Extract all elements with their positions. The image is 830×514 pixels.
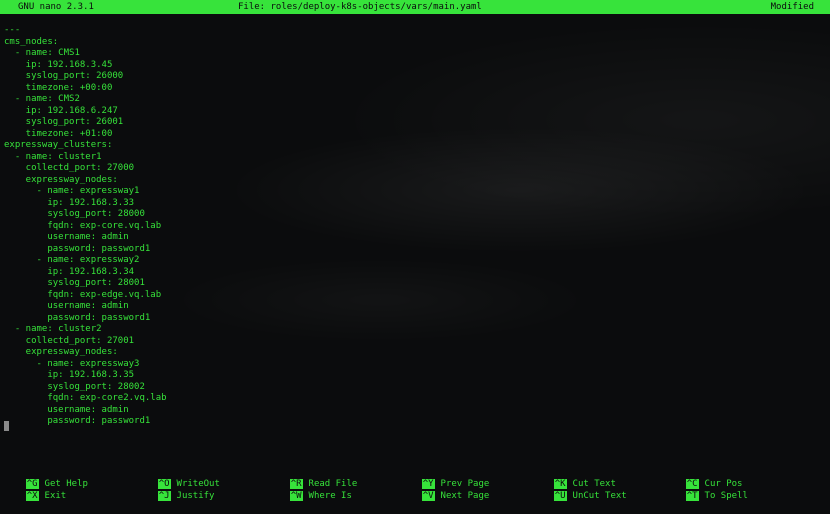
shortcut-bar: ^G Get Help ^O WriteOut ^R Read File ^Y Prev…: [0, 466, 830, 501]
file-path: File: roles/deploy-k8s-objects/vars/main…: [238, 2, 482, 12]
shortcut-justify[interactable]: ^J Justify: [136, 478, 214, 501]
editor-line: fqdn: exp-core.vq.lab: [4, 220, 162, 231]
editor-line: username: admin: [4, 301, 129, 311]
shortcut-label: Exit: [44, 491, 67, 501]
editor-line: - name: expressway1: [4, 186, 140, 196]
editor-line: password: password1: [4, 416, 151, 426]
editor-line: collectd_port: 27000: [4, 163, 135, 173]
editor-line: ip: 192.168.3.34: [4, 266, 135, 277]
text-cursor: [4, 421, 9, 431]
editor-line: collectd_port: 27001: [4, 335, 135, 346]
editor-line: cms_nodes:: [4, 36, 59, 47]
editor-line: syslog_port: 28001: [4, 278, 145, 288]
editor-line: syslog_port: 26000: [4, 71, 124, 81]
shortcut-cur-pos[interactable]: ^C Cur Pos: [664, 466, 742, 489]
nano-title-bar: GNU nano 2.3.1 File: roles/deploy-k8s-ob…: [0, 0, 830, 14]
editor-text-area[interactable]: --- cms_nodes: - name: CMS1 ip: 192.168.…: [4, 25, 824, 428]
editor-line: expressway_nodes:: [4, 174, 118, 185]
editor-line: ip: 192.168.3.35: [4, 370, 135, 380]
editor-line: username: admin: [4, 232, 129, 242]
editor-line: ip: 192.168.3.45: [4, 59, 113, 70]
shortcut-label: Where Is: [308, 491, 352, 501]
editor-line: password: password1: [4, 243, 151, 254]
app-name: GNU nano 2.3.1: [18, 2, 94, 12]
editor-line: timezone: +00:00: [4, 82, 113, 93]
shortcut-label: UnCut Text: [572, 491, 627, 501]
editor-line: - name: expressway3: [4, 358, 140, 369]
editor-line: ip: 192.168.3.33: [4, 197, 135, 208]
editor-line: syslog_port: 26001: [4, 117, 124, 127]
shortcut-to-spell[interactable]: ^T To Spell: [664, 478, 748, 501]
editor-line: - name: cluster1: [4, 151, 102, 162]
shortcut-label: Next Page: [440, 491, 490, 501]
shortcut-where-is[interactable]: ^W Where Is: [268, 478, 352, 501]
shortcut-writeout[interactable]: ^O WriteOut: [136, 466, 220, 489]
editor-line: expressway_nodes:: [4, 347, 118, 357]
shortcut-key: ^U: [553, 491, 567, 501]
shortcut-get-help[interactable]: ^G Get Help: [4, 466, 88, 489]
shortcut-key: ^J: [157, 491, 171, 501]
editor-line: ip: 192.168.6.247: [4, 105, 118, 116]
editor-line: - name: cluster2: [4, 324, 102, 334]
editor-line: fqdn: exp-edge.vq.lab: [4, 289, 162, 300]
shortcut-uncut-text[interactable]: ^U UnCut Text: [532, 478, 627, 501]
editor-line: - name: CMS2: [4, 94, 80, 104]
shortcut-cut-text[interactable]: ^K Cut Text: [532, 466, 616, 489]
shortcut-exit[interactable]: ^X Exit: [4, 478, 66, 501]
modified-status: Modified: [770, 2, 814, 12]
editor-line: ---: [4, 25, 21, 35]
editor-line: syslog_port: 28000: [4, 209, 145, 219]
shortcut-prev-page[interactable]: ^Y Prev Page: [400, 466, 489, 489]
editor-line: expressway_clusters:: [4, 140, 113, 150]
editor-line: - name: expressway2: [4, 255, 140, 265]
editor-line: username: admin: [4, 404, 129, 415]
editor-line: - name: CMS1: [4, 48, 80, 58]
shortcut-label: To Spell: [704, 491, 748, 501]
editor-line: fqdn: exp-core2.vq.lab: [4, 393, 167, 403]
shortcut-key: ^V: [421, 491, 435, 501]
shortcut-key: ^T: [685, 491, 699, 501]
editor-line: timezone: +01:00: [4, 128, 113, 139]
editor-line: syslog_port: 28002: [4, 381, 145, 392]
editor-line: password: password1: [4, 312, 151, 323]
shortcut-key: ^W: [289, 491, 303, 501]
shortcut-read-file[interactable]: ^R Read File: [268, 466, 357, 489]
shortcut-next-page[interactable]: ^V Next Page: [400, 478, 489, 501]
shortcut-label: Justify: [176, 491, 215, 501]
shortcut-key: ^X: [25, 491, 39, 501]
